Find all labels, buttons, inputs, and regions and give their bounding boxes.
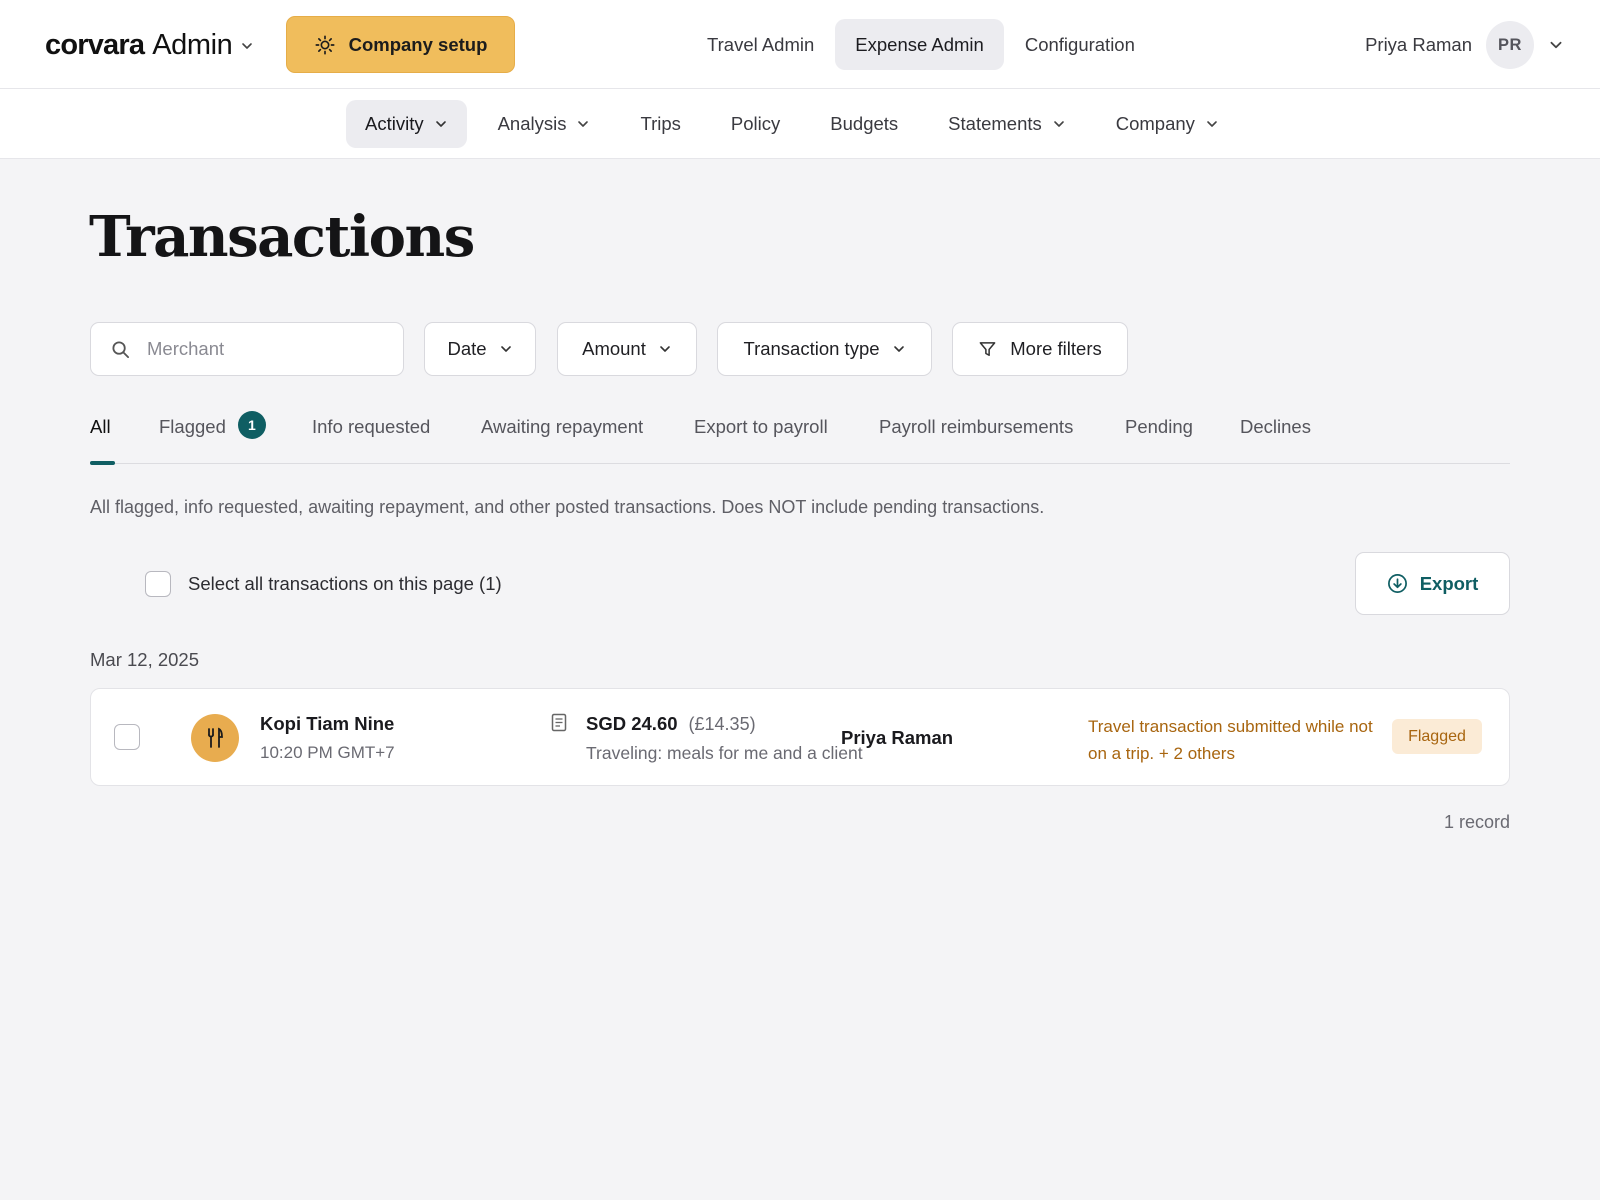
- chevron-down-icon: [242, 43, 253, 49]
- tab-label: Payroll reimbursements: [879, 416, 1074, 437]
- chevron-down-icon: [1550, 41, 1562, 49]
- tab-payroll-reimbursements[interactable]: Payroll reimbursements: [879, 416, 1073, 462]
- date-group-heading: Mar 12, 2025: [90, 649, 200, 670]
- chevron-down-icon: [500, 346, 511, 352]
- brand-suffix: Admin: [152, 28, 233, 61]
- tab-pending[interactable]: Pending: [1125, 416, 1193, 462]
- merchant-name: Kopi Tiam Nine: [260, 713, 395, 734]
- more-filters-button[interactable]: More filters: [952, 322, 1128, 376]
- tab-label: Awaiting repayment: [481, 416, 644, 437]
- company-setup-label: Company setup: [348, 33, 488, 55]
- chevron-down-icon: [1207, 121, 1217, 127]
- date-filter[interactable]: Date: [424, 322, 536, 376]
- active-tab-indicator: [90, 461, 115, 465]
- subnav-statements[interactable]: Statements: [929, 100, 1085, 148]
- more-filters-label: More filters: [1010, 338, 1102, 359]
- chevron-down-icon: [435, 121, 446, 127]
- subnav-trips[interactable]: Trips: [621, 100, 699, 148]
- transaction-type-filter[interactable]: Transaction type: [717, 322, 932, 376]
- select-all-checkbox[interactable]: [145, 571, 171, 597]
- subnav-policy[interactable]: Policy: [712, 100, 799, 148]
- subnav-label: Analysis: [497, 113, 567, 134]
- tab-label: Flagged: [159, 416, 226, 437]
- subnav-label: Trips: [640, 113, 681, 134]
- brand-logo: corvara: [45, 28, 145, 61]
- subnav-label: Statements: [948, 113, 1042, 134]
- subnav-activity[interactable]: Activity: [346, 100, 467, 148]
- company-setup-button[interactable]: Company setup: [286, 16, 515, 73]
- tab-label: Pending: [1125, 416, 1193, 437]
- amount-original: SGD 24.60: [586, 713, 678, 734]
- avatar: PR: [1486, 21, 1534, 69]
- row-checkbox[interactable]: [114, 724, 140, 750]
- amount-converted: (£14.35): [688, 714, 756, 734]
- date-filter-label: Date: [447, 338, 487, 359]
- tab-label: Export to payroll: [694, 416, 828, 437]
- flagged-count-badge: 1: [237, 411, 266, 439]
- transaction-type-label: Transaction type: [743, 338, 880, 359]
- top-bar: corvara Admin Company setup Travel Admin…: [0, 0, 1600, 89]
- subnav-analysis[interactable]: Analysis: [479, 100, 610, 148]
- tab-label: Info requested: [312, 416, 431, 437]
- user-menu[interactable]: Priya Raman PR: [1365, 20, 1564, 70]
- amount: SGD 24.60 (£14.35): [586, 713, 756, 735]
- table-row[interactable]: Kopi Tiam Nine 10:20 PM GMT+7 SGD 24.60 …: [90, 688, 1510, 786]
- tab-label: All: [90, 416, 111, 437]
- download-icon: [1387, 574, 1407, 593]
- subnav-label: Budgets: [830, 113, 899, 134]
- transaction-time: 10:20 PM GMT+7: [260, 743, 395, 762]
- top-nav-expense-admin[interactable]: Expense Admin: [835, 19, 1004, 70]
- receipt-icon: [551, 713, 567, 732]
- page-title: Transactions: [89, 204, 475, 270]
- record-count: 1 record: [1443, 812, 1510, 832]
- top-nav-travel-admin[interactable]: Travel Admin: [687, 19, 834, 70]
- employee-name: Priya Raman: [841, 727, 954, 748]
- merchant-search[interactable]: [90, 322, 404, 376]
- fork-knife-icon: [191, 714, 239, 762]
- subnav-label: Activity: [365, 113, 424, 134]
- top-nav-configuration[interactable]: Configuration: [1005, 19, 1155, 70]
- tab-declines[interactable]: Declines: [1240, 416, 1311, 462]
- top-nav: Travel Admin Expense Admin Configuration: [687, 19, 1156, 70]
- search-icon: [112, 340, 130, 358]
- chevron-down-icon: [660, 346, 670, 352]
- user-name: Priya Raman: [1365, 34, 1472, 55]
- subnav-company[interactable]: Company: [1097, 100, 1238, 148]
- chevron-down-icon: [578, 121, 589, 127]
- status-badge: Flagged: [1392, 719, 1482, 754]
- export-button[interactable]: Export: [1355, 552, 1510, 615]
- select-all-control[interactable]: Select all transactions on this page (1): [145, 570, 502, 598]
- amount-filter[interactable]: Amount: [557, 322, 697, 376]
- chevron-down-icon: [1053, 121, 1064, 127]
- subnav-label: Policy: [730, 113, 781, 134]
- subnav-label: Company: [1115, 113, 1195, 134]
- status-tabs: All Flagged 1 Info requested Awaiting re…: [90, 411, 1510, 465]
- subnav-budgets[interactable]: Budgets: [811, 100, 917, 148]
- tab-label: Declines: [1240, 416, 1311, 437]
- tab-info-requested[interactable]: Info requested: [312, 416, 430, 462]
- tab-flagged[interactable]: Flagged 1: [159, 411, 266, 462]
- tab-export-to-payroll[interactable]: Export to payroll: [694, 416, 828, 462]
- tab-description: All flagged, info requested, awaiting re…: [90, 497, 1045, 517]
- flag-reason: Travel transaction submitted while not o…: [1088, 717, 1373, 763]
- tab-awaiting-repayment[interactable]: Awaiting repayment: [481, 416, 643, 462]
- transaction-memo: Traveling: meals for me and a client: [586, 743, 863, 763]
- filter-icon: [979, 341, 996, 356]
- select-all-label: Select all transactions on this page (1): [188, 573, 502, 594]
- export-label: Export: [1419, 572, 1479, 594]
- search-input[interactable]: [147, 338, 377, 360]
- chevron-down-icon: [893, 346, 904, 352]
- tab-all[interactable]: All: [90, 416, 115, 465]
- sub-nav: Activity Analysis Trips Policy Budgets S…: [0, 89, 1600, 159]
- amount-filter-label: Amount: [582, 338, 646, 359]
- brand-switcher[interactable]: corvara Admin: [45, 26, 254, 64]
- gear-icon: [315, 34, 335, 55]
